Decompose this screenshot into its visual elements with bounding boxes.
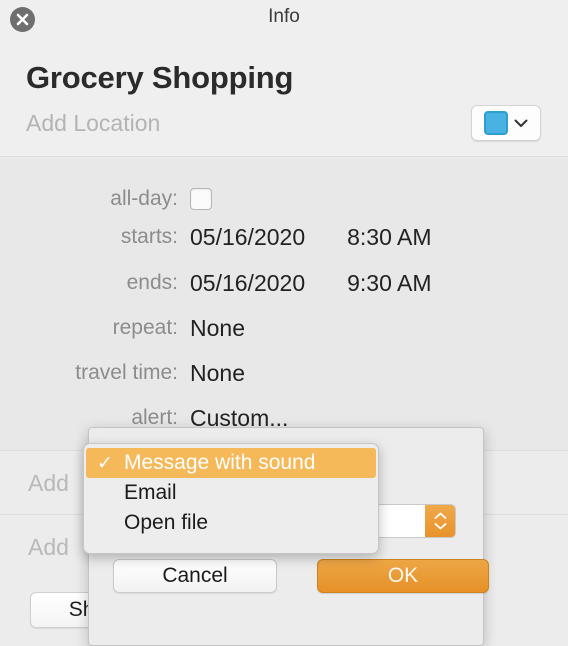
dialog-button-bar: Cancel OK [113,559,489,593]
field-label-ends: ends: [126,271,178,294]
field-label-travel-time: travel time: [75,361,178,384]
menu-item-label: Message with sound [124,451,316,474]
event-location-field[interactable]: Add Location [26,110,160,137]
stepper-down-arrow-icon [434,523,446,530]
cancel-button[interactable]: Cancel [113,559,277,593]
window-titlebar: Info [0,0,568,40]
calendar-color-swatch [484,111,508,135]
event-fields: all-day: starts: 05/16/2020 8:30 AM ends… [0,158,568,450]
calendar-color-picker[interactable] [471,105,541,141]
event-title[interactable]: Grocery Shopping [26,60,293,96]
field-label-repeat: repeat: [112,316,178,339]
starts-date-value[interactable]: 05/16/2020 [190,224,305,251]
all-day-checkbox[interactable] [190,188,212,210]
field-row-repeat: repeat: None [0,313,568,343]
field-row-starts: starts: 05/16/2020 8:30 AM [0,222,568,252]
menu-item-label: Open file [124,511,209,534]
stepper-up-down-icon[interactable] [425,505,455,537]
field-label-starts: starts: [120,225,178,248]
add-row-label: Add [28,533,69,560]
starts-time-value[interactable]: 8:30 AM [347,224,431,251]
ends-time-value[interactable]: 9:30 AM [347,270,431,297]
menu-item-message-with-sound[interactable]: ✓ Message with sound [86,448,376,478]
info-window: Info Grocery Shopping Add Location all-d… [0,0,568,646]
ok-button[interactable]: OK [317,559,489,593]
travel-time-value[interactable]: None [190,360,245,387]
field-label-all-day: all-day: [110,187,178,210]
menu-item-email[interactable]: Email [86,478,376,508]
menu-item-open-file[interactable]: Open file [86,508,376,538]
field-row-travel-time: travel time: None [0,358,568,388]
stepper-up-arrow-icon [434,512,446,519]
ends-date-value[interactable]: 05/16/2020 [190,270,305,297]
field-row-all-day: all-day: [0,184,568,214]
field-row-ends: ends: 05/16/2020 9:30 AM [0,268,568,298]
alert-type-popup-menu: ✓ Message with sound Email Open file [83,443,379,554]
menu-item-label: Email [124,481,177,504]
checkmark-icon: ✓ [97,452,113,474]
add-row-label: Add [28,469,69,496]
event-header: Grocery Shopping Add Location [0,40,568,157]
chevron-down-icon [514,119,528,127]
repeat-value[interactable]: None [190,315,245,342]
window-title: Info [268,6,300,27]
